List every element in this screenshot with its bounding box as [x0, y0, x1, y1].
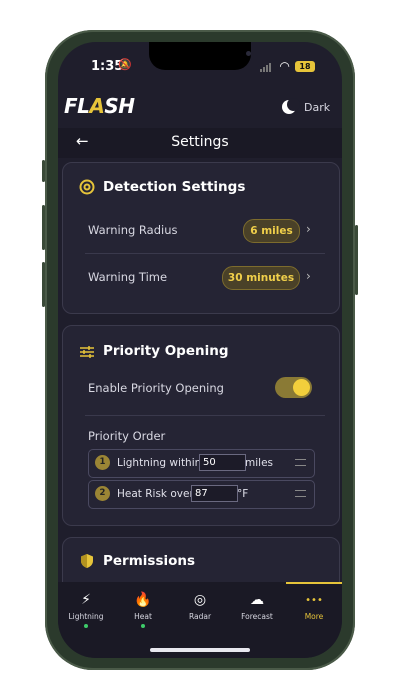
- wifi-icon: ◠: [280, 59, 290, 73]
- app-header: FLASH Dark: [58, 90, 342, 126]
- priority-number-badge: 2: [95, 486, 110, 501]
- volume-up-button: [42, 205, 45, 250]
- theme-label: Dark: [304, 100, 331, 114]
- enable-priority-label: Enable Priority Opening: [88, 381, 224, 395]
- priority-order-label: Priority Order: [88, 429, 166, 443]
- moon-icon: [282, 98, 300, 114]
- battery-icon: 18: [295, 61, 315, 72]
- tab-lightning[interactable]: ⚡ Lightning: [58, 592, 114, 628]
- flame-icon: 🔥: [134, 592, 152, 608]
- page-title: Settings: [171, 134, 229, 150]
- priority-item-unit: °F: [237, 488, 249, 500]
- camera-icon: [246, 51, 251, 56]
- lightning-icon: ⚡: [81, 592, 91, 608]
- warning-time-value[interactable]: 30 minutes: [222, 266, 300, 290]
- tab-label: Forecast: [241, 612, 273, 621]
- detection-settings-title: Detection Settings: [103, 179, 246, 195]
- radar-icon: ◎: [193, 592, 207, 608]
- theme-toggle[interactable]: Dark: [282, 98, 331, 114]
- shield-icon: [81, 554, 93, 568]
- app-logo: FLASH: [64, 94, 135, 118]
- priority-number-badge: 1: [95, 455, 110, 470]
- enable-priority-toggle[interactable]: [275, 377, 312, 398]
- home-indicator[interactable]: [150, 648, 250, 652]
- more-icon: •••: [305, 595, 323, 606]
- bottom-tab-bar: ⚡ Lightning 🔥 Heat ◎ Radar ☁ Forecast ••…: [58, 582, 342, 658]
- tab-radar[interactable]: ◎ Radar: [172, 592, 228, 621]
- tab-forecast[interactable]: ☁ Forecast: [229, 592, 285, 621]
- active-tab-indicator: [286, 582, 342, 584]
- permissions-title: Permissions: [103, 553, 196, 569]
- toggle-knob: [293, 379, 310, 396]
- chevron-right-icon[interactable]: ›: [306, 222, 311, 236]
- nav-bar: ← Settings: [58, 128, 342, 158]
- priority-item-text: Heat Risk over: [117, 488, 194, 500]
- tab-label: Radar: [188, 612, 212, 621]
- phone-screen: 1:35 🔕 ◠ 18 FLASH Dark ← Settings Detect…: [58, 42, 342, 658]
- sliders-icon: [80, 346, 94, 358]
- priority-opening-title: Priority Opening: [103, 343, 229, 359]
- chevron-right-icon[interactable]: ›: [306, 269, 311, 283]
- warning-radius-value[interactable]: 6 miles: [243, 219, 300, 243]
- tab-more[interactable]: ••• More: [286, 592, 342, 621]
- priority-item-text: Lightning within: [117, 457, 202, 469]
- tab-label: Heat: [134, 612, 152, 621]
- status-dot: [84, 624, 88, 628]
- priority-item-heat[interactable]: 2 Heat Risk over °F: [88, 480, 315, 509]
- tab-heat[interactable]: 🔥 Heat: [115, 592, 171, 628]
- tab-label: Lightning: [68, 612, 104, 621]
- status-bar: 1:35 🔕 ◠ 18: [58, 58, 342, 78]
- volume-down-button: [42, 262, 45, 307]
- power-button: [355, 225, 358, 295]
- detection-settings-card: Detection Settings Warning Radius 6 mile…: [62, 162, 340, 314]
- target-icon: [79, 179, 95, 195]
- priority-item-unit: miles: [245, 457, 273, 469]
- drag-handle-icon[interactable]: [295, 459, 306, 466]
- divider: [85, 415, 325, 416]
- warning-time-label: Warning Time: [88, 270, 168, 284]
- heat-threshold-input[interactable]: [191, 485, 238, 502]
- drag-handle-icon[interactable]: [295, 490, 306, 497]
- mute-switch: [42, 160, 45, 182]
- bell-muted-icon: 🔕: [118, 58, 132, 71]
- priority-opening-card: Priority Opening Enable Priority Opening…: [62, 325, 340, 526]
- divider: [85, 253, 325, 254]
- priority-item-lightning[interactable]: 1 Lightning within miles: [88, 449, 315, 478]
- tab-label: More: [304, 612, 324, 621]
- lightning-distance-input[interactable]: [199, 454, 246, 471]
- status-dot: [141, 624, 145, 628]
- cloud-icon: ☁: [250, 592, 264, 608]
- warning-radius-label: Warning Radius: [88, 223, 178, 237]
- signal-icon: [260, 63, 271, 72]
